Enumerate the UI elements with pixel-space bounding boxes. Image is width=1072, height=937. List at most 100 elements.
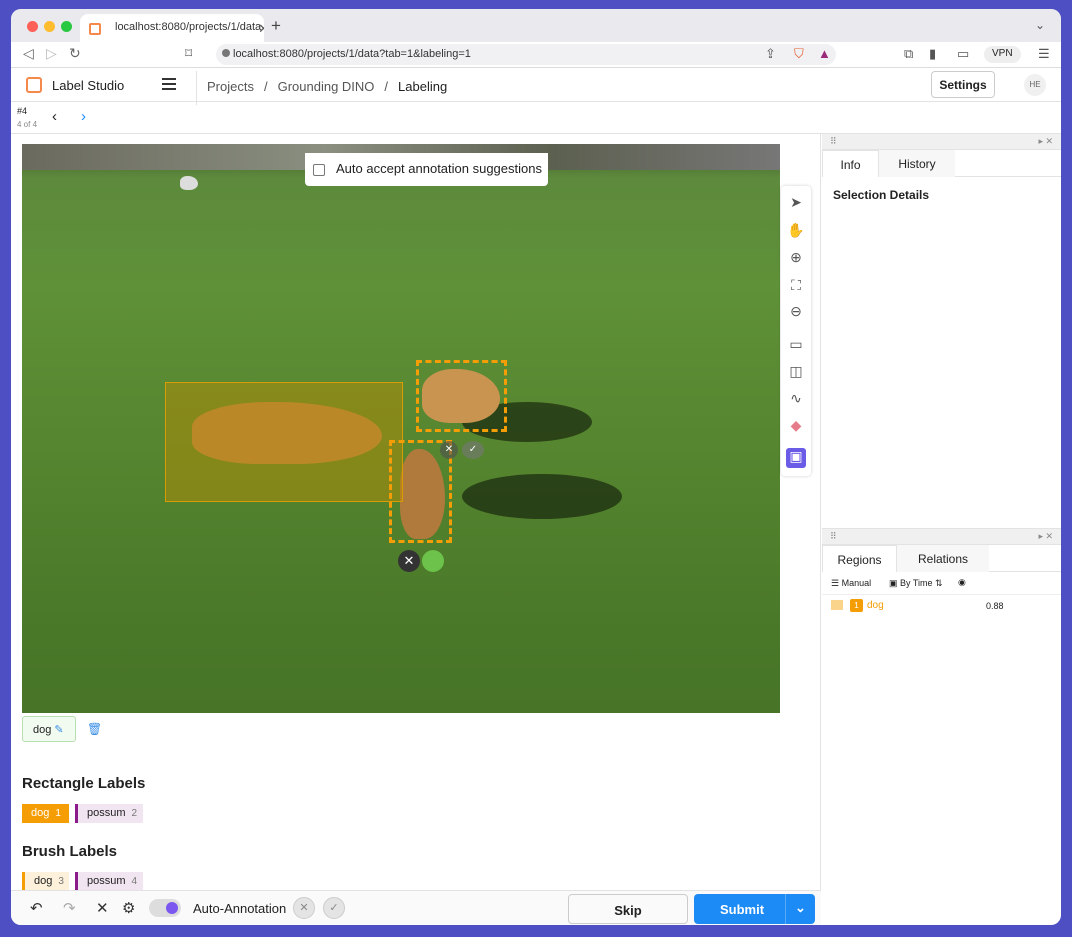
task-nav-bar: #4 4 of 4 ‹ › (11, 102, 1061, 134)
rectangle-icon[interactable]: ▭ (786, 336, 806, 356)
redo-icon[interactable]: ↷ (63, 899, 76, 917)
region-index: 1 (850, 599, 863, 612)
shadow (462, 474, 622, 519)
sidebar-icon[interactable]: ▮ (929, 46, 936, 62)
reset-icon[interactable]: ✕ (96, 899, 109, 917)
accept-all-icon[interactable]: ✓ (323, 897, 345, 919)
drag-handle-icon[interactable]: ⠿ (830, 136, 837, 147)
reject-all-icon[interactable]: ✕ (293, 897, 315, 919)
bottom-toolbar: ↶ ↷ ✕ ⚙ Auto-Annotation ✕ ✓ Skip Submit ⌄ (11, 890, 821, 925)
url-text: localhost:8080/projects/1/data?tab=1&lab… (233, 48, 471, 60)
undo-icon[interactable]: ↶ (30, 899, 43, 917)
browser-tab[interactable]: localhost:8080/projects/1/data ✕ (80, 14, 264, 42)
panel-header[interactable]: ⠿ ▸ ✕ (822, 529, 1061, 545)
url-field[interactable]: localhost:8080/projects/1/data?tab=1&lab… (216, 44, 836, 65)
reject-icon[interactable]: ✕ (440, 441, 458, 459)
reload-icon[interactable]: ↻ (69, 45, 81, 62)
task-id: #4 (17, 106, 28, 116)
tab-regions[interactable]: Regions (822, 545, 897, 572)
auto-detect-icon[interactable]: ▣ (786, 448, 806, 468)
region-tag[interactable]: dog ✎ (22, 716, 76, 742)
submit-button[interactable]: Submit ⌄ (694, 894, 815, 924)
checkbox[interactable] (313, 164, 325, 176)
rect-label-dog[interactable]: dog 1 (22, 804, 69, 823)
next-task-icon[interactable]: › (81, 108, 86, 125)
hamburger-menu-icon[interactable] (162, 78, 176, 93)
zoom-in-icon[interactable]: ⊕ (786, 249, 806, 269)
region-score: 0.88 (986, 601, 1004, 611)
rectangle-region-icon (831, 600, 843, 610)
edit-icon[interactable]: ✎ (54, 724, 63, 736)
back-icon[interactable]: ◁ (23, 45, 34, 62)
prev-task-icon[interactable]: ‹ (52, 108, 57, 125)
breadcrumb: Projects / Grounding DINO / Labeling (196, 71, 447, 105)
panel-header[interactable]: ⠿ ▸ ✕ (822, 134, 1061, 150)
selection-details-heading: Selection Details (833, 188, 930, 202)
brush-icon[interactable]: ∿ (786, 390, 806, 410)
brand-name: Label Studio (52, 78, 125, 93)
region-row[interactable]: 1 dog 0.88 (822, 595, 1061, 617)
panel-controls-icon[interactable]: ▸ ✕ (1038, 531, 1053, 542)
manual-order-button[interactable]: ☰ Manual (831, 578, 871, 589)
share-icon[interactable]: ⇪ (765, 46, 776, 62)
trash-icon[interactable]: 🗑 (87, 722, 102, 736)
vpn-button[interactable]: VPN (984, 46, 1021, 63)
regions-toolbar: ☰ Manual ▣ By Time ⇅ ◉ (822, 572, 1061, 595)
address-toolbar: ◁ ▷ ↻ ⌑ localhost:8080/projects/1/data?t… (11, 42, 1061, 68)
zoom-out-icon[interactable]: ⊖ (786, 303, 806, 323)
region-label: dog (867, 600, 884, 611)
app-header: Label Studio Projects / Grounding DINO /… (11, 68, 1061, 105)
settings-sliders-icon[interactable]: ⚙ (122, 899, 135, 917)
tab-info[interactable]: Info (822, 150, 879, 177)
browser-tabbar: localhost:8080/projects/1/data ✕ + ⌄ (11, 9, 1061, 42)
settings-button[interactable]: Settings (931, 71, 995, 98)
brush-label-possum[interactable]: possum 4 (75, 872, 143, 890)
close-icon[interactable]: ✕ (258, 21, 264, 37)
tab-relations[interactable]: Relations (897, 545, 989, 572)
suggestion-box[interactable] (416, 360, 507, 432)
submit-label: Submit (720, 902, 765, 917)
rect-label-possum[interactable]: possum 2 (75, 804, 143, 823)
window-controls[interactable] (27, 20, 78, 35)
region-box-dog[interactable] (165, 382, 403, 502)
tab-history[interactable]: History (879, 150, 955, 177)
task-count: 4 of 4 (17, 120, 38, 129)
rewards-icon[interactable]: ▲ (818, 46, 831, 61)
sort-by-time-button[interactable]: ▣ By Time ⇅ (889, 578, 943, 589)
chevron-down-icon[interactable]: ⌄ (1035, 18, 1045, 32)
regions-tabs: Regions Relations (822, 545, 1061, 572)
eraser-icon[interactable]: ◆ (786, 417, 806, 437)
brush-label-dog[interactable]: dog 3 (22, 872, 69, 890)
tab-title: localhost:8080/projects/1/data (115, 21, 262, 33)
wallet-icon[interactable]: ▭ (957, 46, 969, 62)
avatar[interactable]: HE (1024, 74, 1046, 96)
new-tab-icon[interactable]: + (271, 16, 281, 36)
brush-labels-heading: Brush Labels (22, 843, 118, 860)
visibility-icon[interactable]: ◉ (958, 577, 966, 588)
fit-icon[interactable]: ⛶ (786, 277, 806, 297)
skip-button[interactable]: Skip (568, 894, 688, 924)
favicon-icon (89, 23, 101, 35)
rect-3point-icon[interactable]: ◫ (786, 363, 806, 383)
dog-distant (180, 176, 198, 190)
label-studio-logo-icon (26, 77, 42, 93)
panel-controls-icon[interactable]: ▸ ✕ (1038, 136, 1053, 147)
auto-accept-toggle[interactable]: Auto accept annotation suggestions (305, 153, 548, 186)
rectangle-labels-heading: Rectangle Labels (22, 775, 146, 792)
select-icon[interactable]: ➤ (786, 194, 806, 214)
bookmark-icon[interactable]: ⌑ (185, 45, 192, 62)
chevron-down-icon[interactable]: ⌄ (785, 894, 815, 924)
accept-suggestion-icon[interactable] (422, 550, 444, 572)
auto-accept-label: Auto accept annotation suggestions (336, 161, 542, 176)
brave-shield-icon[interactable]: ⛉ (794, 46, 804, 62)
accept-icon[interactable]: ✓ (462, 441, 484, 459)
regions-panel: ⠿ ▸ ✕ Regions Relations ☰ Manual ▣ By Tim… (822, 529, 1061, 890)
reject-suggestion-icon[interactable]: ✕ (398, 550, 420, 572)
pan-icon[interactable]: ✋ (786, 222, 806, 242)
forward-icon[interactable]: ▷ (46, 45, 57, 62)
drag-handle-icon[interactable]: ⠿ (830, 531, 837, 542)
menu-icon[interactable]: ☰ (1038, 46, 1050, 62)
extensions-icon[interactable]: ⧉ (904, 46, 913, 62)
image-canvas[interactable]: ✕ ✓ ✕ Auto accept annotation suggestions (22, 144, 780, 713)
auto-annotation-toggle[interactable] (149, 899, 181, 917)
